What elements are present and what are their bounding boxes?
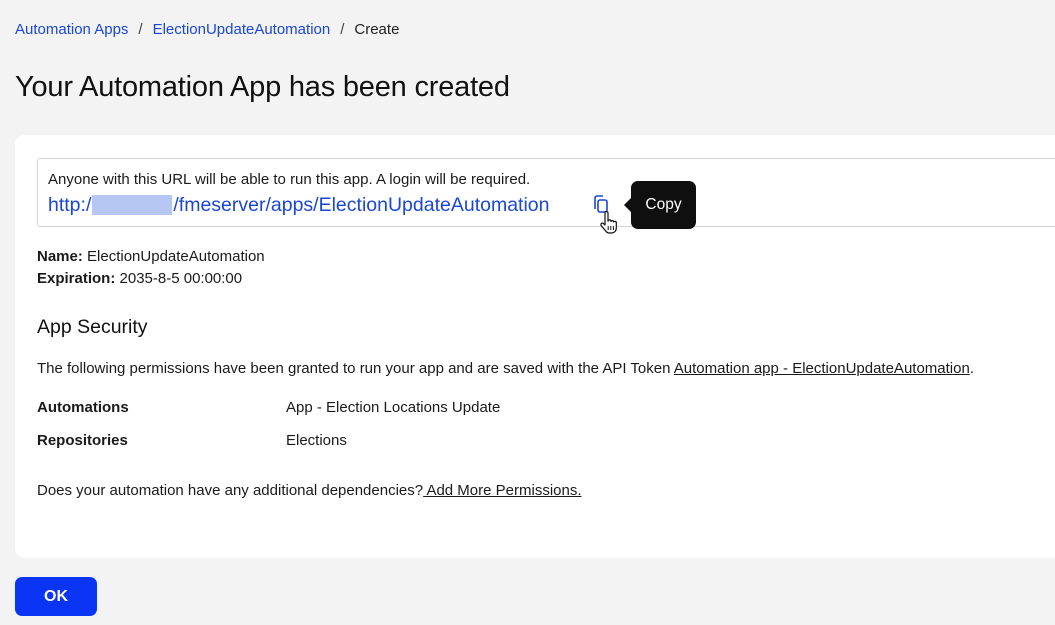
app-expiration-row: Expiration: 2035-8-5 00:00:00 [37, 269, 242, 289]
permissions-description: The following permissions have been gran… [37, 359, 974, 379]
permission-label: Repositories [37, 432, 128, 449]
app-url-link[interactable]: http:/ /fmeserver/apps/ElectionUpdateAut… [48, 193, 550, 217]
copy-icon[interactable] [591, 194, 611, 216]
breadcrumb-current: Create [354, 21, 400, 38]
app-url-suffix[interactable]: /fmeserver/apps/ElectionUpdateAutomation [173, 193, 549, 217]
permission-label: Automations [37, 399, 129, 416]
breadcrumb-separator: / [138, 21, 143, 38]
permission-value: App - Election Locations Update [286, 399, 501, 416]
app-name-row: Name: ElectionUpdateAutomation [37, 247, 265, 267]
ok-button[interactable]: OK [15, 577, 97, 616]
breadcrumb-automation-apps[interactable]: Automation Apps [15, 20, 128, 40]
permission-value: Elections [286, 432, 347, 449]
dependencies-text: Does your automation have any additional… [37, 482, 424, 499]
name-value: ElectionUpdateAutomation [87, 248, 265, 265]
app-security-title: App Security [37, 316, 148, 338]
app-url-prefix[interactable]: http:/ [48, 193, 91, 217]
permissions-text-end: . [969, 360, 974, 377]
expiration-label: Expiration: [37, 270, 116, 287]
dependencies-prompt: Does your automation have any additional… [37, 481, 582, 501]
url-note: Anyone with this URL will be able to run… [48, 171, 531, 188]
app-url-box: Anyone with this URL will be able to run… [37, 158, 1055, 234]
page-title: Your Automation App has been created [15, 71, 510, 103]
breadcrumb: Automation Apps / ElectionUpdateAutomati… [15, 20, 399, 40]
expiration-value: 2035-8-5 00:00:00 [119, 270, 243, 287]
add-more-permissions-link[interactable]: Add More Permissions. [423, 482, 581, 499]
name-label: Name: [37, 248, 83, 265]
copy-tooltip: Copy [624, 181, 696, 229]
app-created-card: Anyone with this URL will be able to run… [15, 135, 1055, 558]
api-token-link[interactable]: Automation app - ElectionUpdateAutomatio… [674, 360, 970, 377]
breadcrumb-election-update-automation[interactable]: ElectionUpdateAutomation [153, 20, 331, 40]
breadcrumb-separator: / [340, 21, 345, 38]
redacted-host [92, 195, 173, 215]
permissions-text: The following permissions have been gran… [37, 360, 674, 377]
